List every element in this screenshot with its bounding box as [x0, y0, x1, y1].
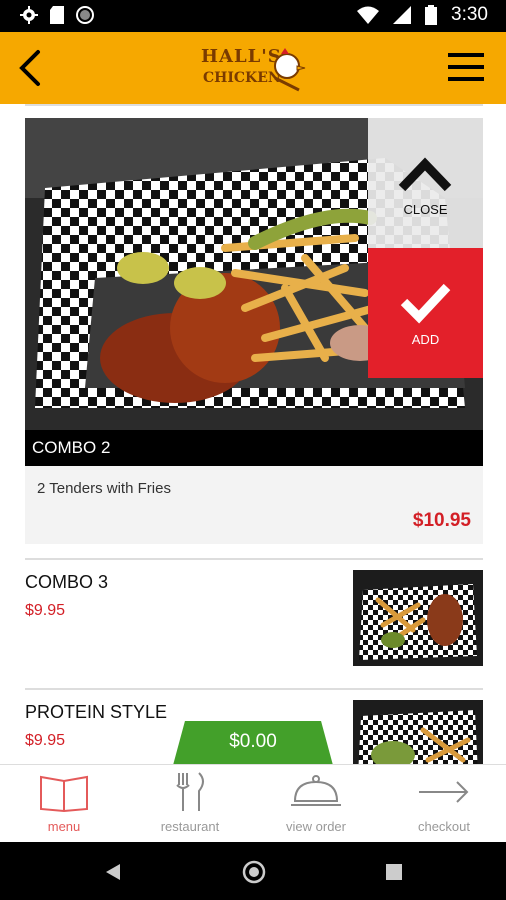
wifi-icon	[357, 6, 380, 24]
settings-icon	[20, 6, 38, 24]
featured-item-title: COMBO 2	[25, 430, 483, 466]
clock: 3:30	[451, 4, 488, 25]
recents-square-icon[interactable]	[386, 864, 402, 880]
close-label: CLOSE	[403, 202, 448, 217]
cart-total-button[interactable]: $0.00	[172, 721, 334, 764]
status-bar: 3:30	[0, 0, 506, 32]
nav-checkout-label: checkout	[417, 819, 471, 834]
back-icon[interactable]	[14, 48, 50, 88]
item-name: COMBO 3	[25, 572, 109, 592]
close-button[interactable]: CLOSE	[368, 118, 483, 248]
list-item[interactable]: COMBO 3 $9.95	[25, 562, 483, 666]
item-name: PROTEIN STYLE	[25, 702, 168, 722]
featured-item-price: $10.95	[412, 510, 471, 531]
battery-icon	[425, 5, 438, 25]
menu-list[interactable]: COMBO 2 CLOSE ADD 2 Tenders with Fries $…	[0, 104, 506, 764]
chevron-up-icon	[398, 157, 452, 192]
back-triangle-icon[interactable]	[104, 862, 122, 882]
add-button[interactable]: ADD	[368, 248, 483, 378]
divider	[25, 688, 483, 690]
nav-menu-label: menu	[47, 819, 81, 834]
item-thumbnail	[353, 570, 483, 666]
logo: HALL'S CHICKEN	[201, 40, 307, 96]
featured-item-description: 2 Tenders with Fries	[37, 480, 171, 497]
cloche-icon	[291, 775, 341, 806]
divider	[25, 104, 483, 106]
add-label: ADD	[411, 332, 440, 347]
arrow-right-icon	[419, 781, 469, 803]
checkmark-icon	[400, 283, 451, 324]
app-bar: HALL'S CHICKEN	[0, 32, 506, 104]
item-thumbnail	[353, 700, 483, 764]
sd-card-icon	[50, 6, 64, 24]
fork-knife-icon	[176, 772, 204, 811]
divider	[25, 558, 483, 560]
nav-restaurant[interactable]: restaurant	[140, 771, 240, 837]
circle-icon	[76, 6, 94, 24]
bottom-nav: menu restaurant view order checkout	[0, 764, 506, 842]
item-price: $9.95	[25, 602, 66, 619]
nav-checkout[interactable]: checkout	[394, 771, 494, 837]
signal-icon	[393, 6, 412, 24]
nav-view-order[interactable]: view order	[266, 771, 366, 837]
featured-item-card: COMBO 2 CLOSE ADD 2 Tenders with Fries $…	[25, 118, 483, 544]
nav-menu[interactable]: menu	[14, 771, 114, 837]
home-circle-icon[interactable]	[242, 860, 266, 884]
nav-view-order-label: view order	[286, 819, 346, 834]
hamburger-menu-icon[interactable]	[448, 50, 484, 84]
chicken-mascot-icon	[274, 48, 306, 92]
system-nav-bar	[0, 842, 506, 900]
nav-restaurant-label: restaurant	[160, 819, 220, 834]
item-price: $9.95	[25, 732, 66, 749]
book-icon	[40, 775, 88, 813]
